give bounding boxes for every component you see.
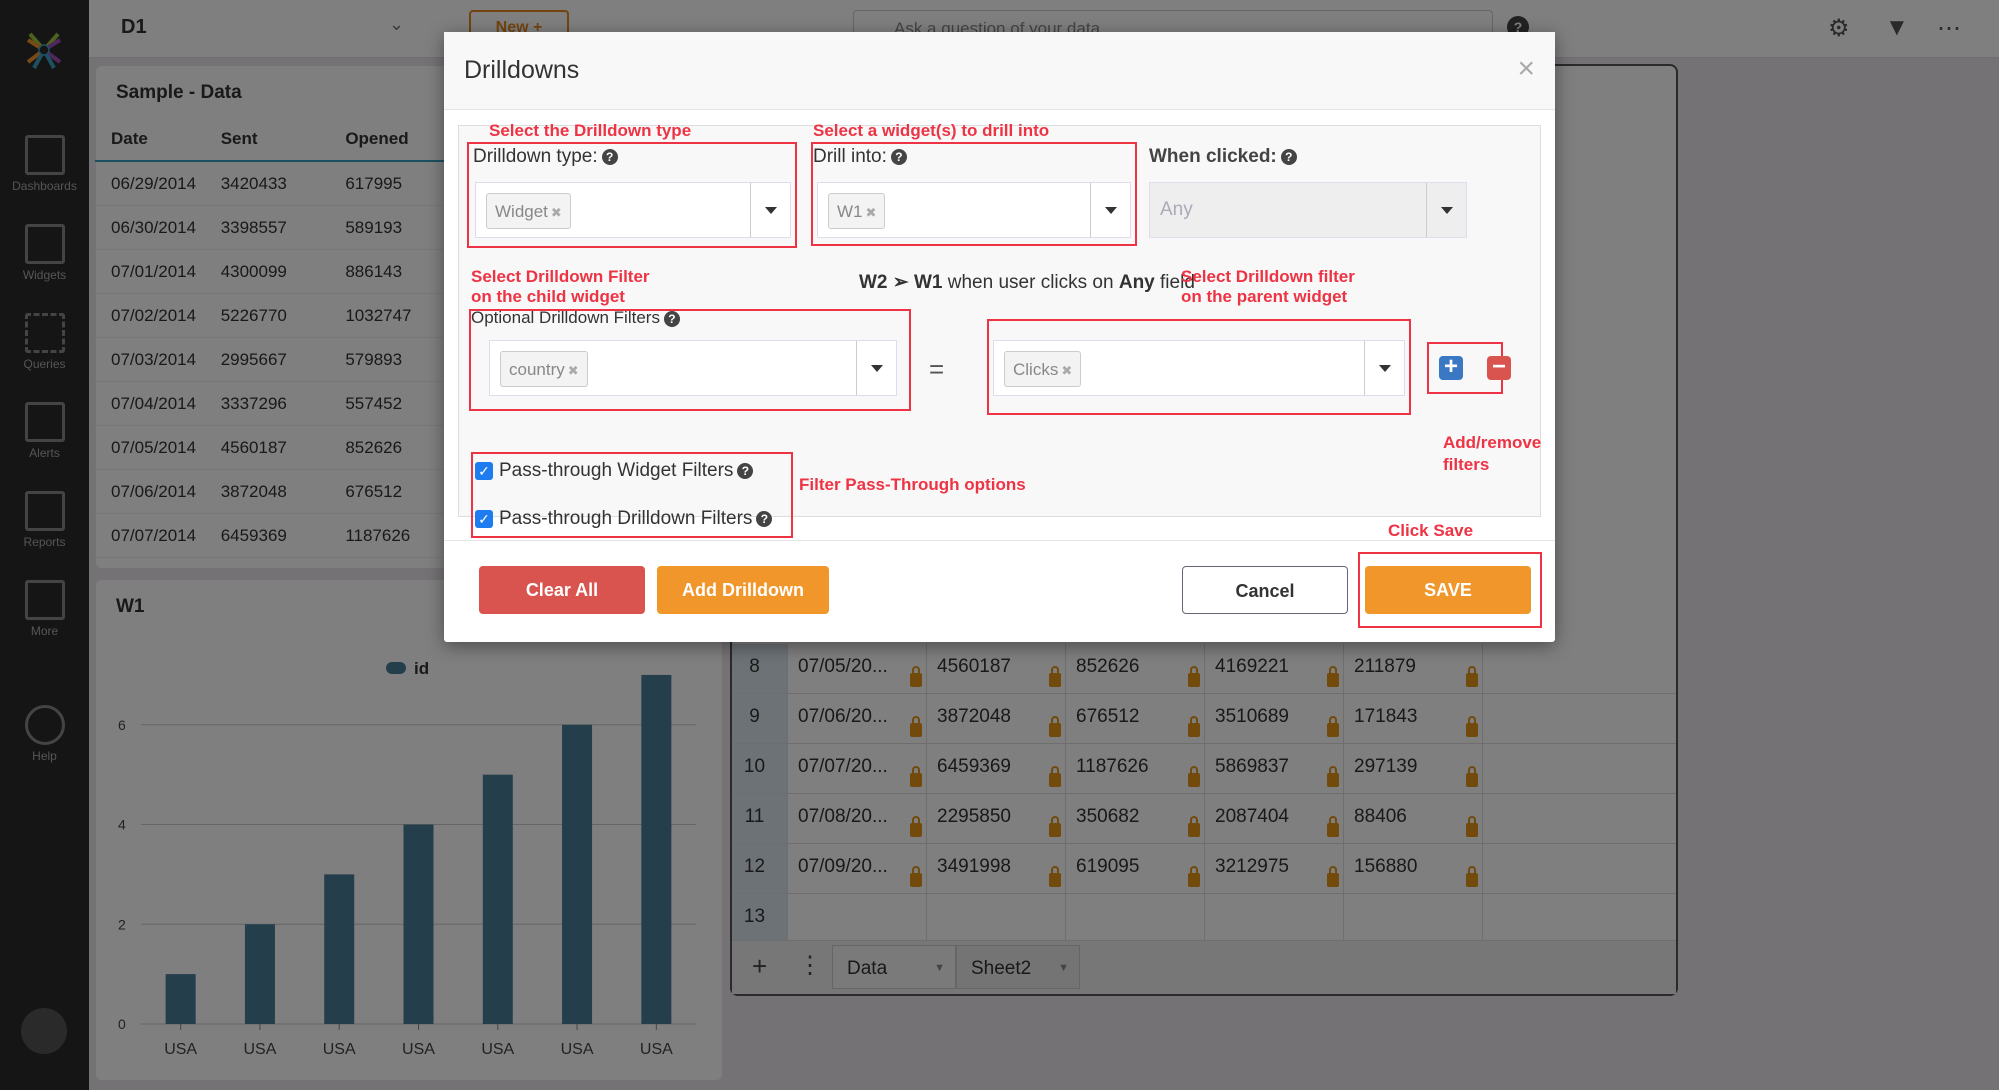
modal-body: Select the Drilldown type Drilldown type… [458, 121, 1542, 538]
help-icon[interactable]: ? [601, 148, 618, 165]
drill-into-select[interactable]: W1 ✖ [817, 182, 1131, 238]
remove-chip-icon[interactable]: ✖ [551, 205, 562, 220]
close-icon[interactable]: × [1517, 52, 1535, 86]
chip: Widget ✖ [486, 193, 571, 229]
child-filter-select[interactable]: country ✖ [489, 340, 897, 396]
chip: Clicks ✖ [1004, 351, 1082, 387]
parent-filter-select[interactable]: Clicks ✖ [993, 340, 1405, 396]
remove-chip-icon[interactable]: ✖ [866, 205, 877, 220]
arrow-right-icon: ➢ [892, 272, 909, 293]
equals-sign: = [929, 354, 945, 384]
drill-into-label: Drill into:? [813, 146, 907, 168]
save-button[interactable]: SAVE [1365, 566, 1531, 614]
pass-through-drilldown-filters-checkbox[interactable]: ✓ Pass-through Drilldown Filters? [475, 508, 773, 530]
annotation-type: Select the Drilldown type [489, 121, 692, 140]
caret-down-icon[interactable] [750, 183, 790, 237]
remove-filter-button[interactable]: − [1487, 355, 1511, 380]
caret-down-icon[interactable] [856, 341, 896, 395]
caret-down-icon[interactable] [1426, 183, 1466, 237]
modal-title: Drilldowns [464, 56, 580, 84]
remove-chip-icon[interactable]: ✖ [568, 363, 579, 378]
help-icon[interactable]: ? [890, 148, 907, 165]
help-icon[interactable]: ? [756, 511, 773, 527]
annotation-addremove-1: Add/remove [1443, 433, 1542, 452]
annotation-save: Click Save [1388, 521, 1474, 540]
add-drilldown-button[interactable]: Add Drilldown [657, 566, 829, 614]
annotation-parent-1: Select Drilldown filter [1181, 267, 1355, 286]
checkbox-checked-icon[interactable]: ✓ [475, 510, 493, 528]
when-clicked-label: When clicked:? [1149, 146, 1297, 168]
chip: country ✖ [500, 351, 588, 387]
help-icon[interactable]: ? [737, 463, 754, 479]
modal-footer: Clear All Add Drilldown Cancel SAVE [444, 540, 1555, 642]
help-icon[interactable]: ? [663, 310, 680, 327]
modal-header: Drilldowns × [444, 32, 1555, 110]
help-icon[interactable]: ? [1280, 148, 1297, 165]
annotation-child-1: Select Drilldown Filter [471, 267, 650, 286]
drilldowns-modal: Drilldowns × Select the Drilldown type D… [444, 32, 1555, 642]
drilldown-type-select[interactable]: Widget ✖ [475, 182, 791, 238]
annotation-addremove-2: filters [1443, 455, 1490, 474]
clear-all-button[interactable]: Clear All [479, 566, 645, 614]
drilldown-summary: W2 ➢ W1 when user clicks on Any field [859, 272, 1195, 293]
annotation-parent-2: on the parent widget [1181, 287, 1348, 306]
annotation-passthrough: Filter Pass-Through options [799, 475, 1026, 494]
when-clicked-select[interactable]: Any [1149, 182, 1467, 238]
pass-through-widget-filters-checkbox[interactable]: ✓ Pass-through Widget Filters? [475, 460, 754, 482]
checkbox-checked-icon[interactable]: ✓ [475, 462, 493, 480]
caret-down-icon[interactable] [1364, 341, 1404, 395]
annotation-child-2: on the child widget [471, 287, 625, 306]
add-filter-button[interactable]: + [1439, 355, 1463, 380]
remove-chip-icon[interactable]: ✖ [1061, 363, 1072, 378]
annotation-into: Select a widget(s) to drill into [813, 121, 1050, 140]
chip: W1 ✖ [828, 193, 886, 229]
optional-filters-label: Optional Drilldown Filters? [471, 308, 680, 328]
caret-down-icon[interactable] [1090, 183, 1130, 237]
cancel-button[interactable]: Cancel [1182, 566, 1348, 614]
drilldown-type-label: Drilldown type:? [473, 146, 618, 168]
